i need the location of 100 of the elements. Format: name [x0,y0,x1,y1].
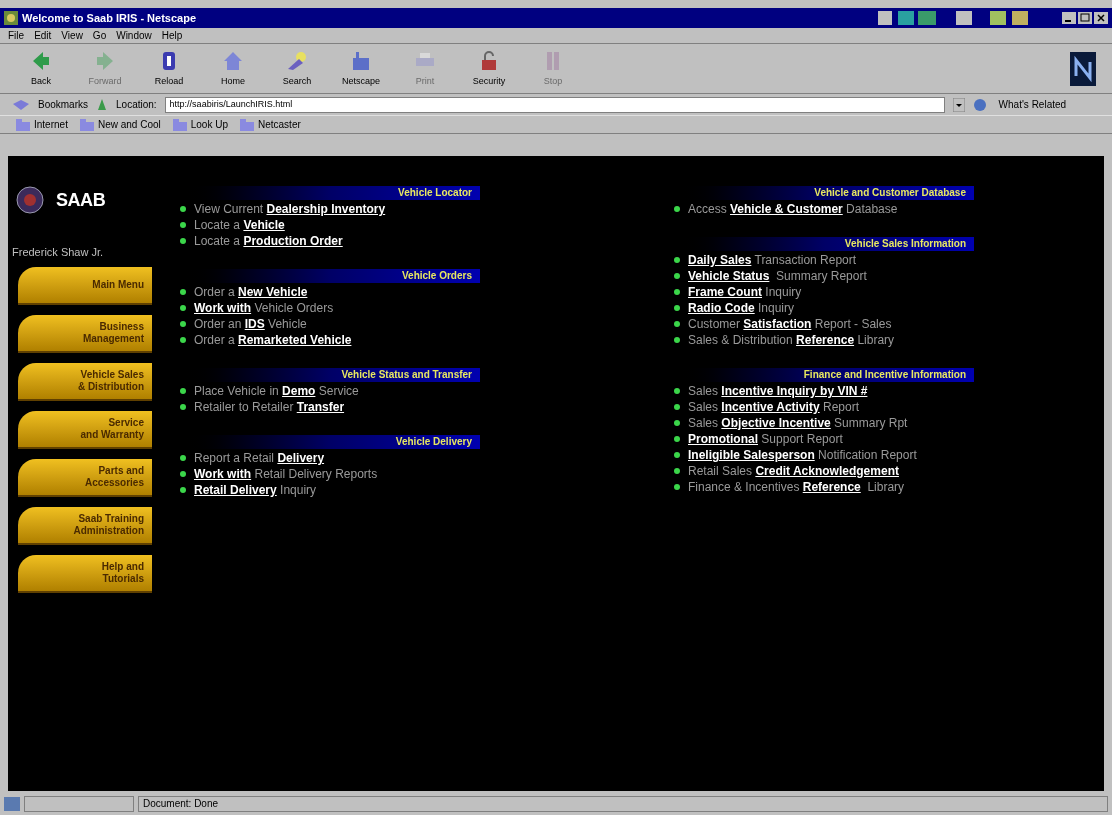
menu-item-text: Sales & Distribution Reference Library [688,332,895,348]
bullet-icon [180,321,186,327]
link[interactable]: Incentive Activity [721,400,820,414]
menu-item-text: Order a Remarketed Vehicle [194,332,352,348]
bullet-icon [180,289,186,295]
nav-button[interactable]: Help and Tutorials [18,554,152,593]
menu-item-text: Sales Incentive Inquiry by VIN # [688,383,868,399]
personal-toolbar-link[interactable]: New and Cool [97,117,161,132]
link[interactable]: Daily Sales [688,253,752,267]
bullet-icon [674,206,680,212]
link[interactable]: Objective Incentive [721,416,831,430]
menu-item-text: Place Vehicle in Demo Service [194,383,359,399]
bookmark-icon [12,97,30,112]
toolbar-button[interactable]: Security [464,48,514,89]
link[interactable]: Delivery [277,451,325,465]
link[interactable]: Ineligible Salesperson [688,448,815,462]
bullet-icon [180,404,186,410]
folder-icon [172,118,187,131]
personal-toolbar-link[interactable]: Internet [34,117,68,132]
maximize-icon[interactable] [1078,12,1092,24]
emblem-icon [16,186,44,214]
menu-item-text: Order an IDS Vehicle [194,316,307,332]
menu-item-text: Ineligible Salesperson Notification Report [688,447,917,463]
nav-button[interactable]: Business Management [18,314,152,353]
menu-item[interactable]: Help [161,28,183,43]
link[interactable]: Vehicle Status [688,269,770,283]
menu-item-text: Locate a Production Order [194,233,343,249]
link[interactable]: Transfer [296,400,345,414]
link[interactable]: Satisfaction [743,317,812,331]
menu-item-text: Retail Sales Credit Acknowledgement [688,463,899,479]
link[interactable]: Credit Acknowledgement [755,464,899,478]
bullet-icon [180,206,186,212]
link[interactable]: Radio Code [688,301,755,315]
link[interactable]: Retail Delivery [194,483,277,497]
bullet-icon [674,305,680,311]
minimize-icon[interactable] [1062,12,1076,24]
link[interactable]: Reference [796,333,855,347]
app-icon [4,11,18,25]
menu-item-text: Work with Retail Delivery Reports [194,466,378,482]
menu-item-text: Retailer to Retailer Transfer [194,399,345,415]
nav-button[interactable]: Parts and Accessories [18,458,152,497]
nav-button[interactable]: Main Menu [18,266,152,305]
menu-item-text: Sales Incentive Activity Report [688,399,859,415]
nav-button[interactable]: Saab Training Administration [18,506,152,545]
folder-icon [79,118,94,131]
link[interactable]: Remarketed Vehicle [238,333,352,347]
location-label: Location: [116,98,157,112]
menu-item[interactable]: Window [116,28,152,43]
personal-toolbar-link[interactable]: Netcaster [258,117,301,132]
personal-toolbar-link[interactable]: Look Up [190,117,228,132]
link[interactable]: Production Order [243,234,343,248]
link[interactable]: Dealership Inventory [266,202,386,216]
menu-item[interactable]: Go [92,28,107,43]
link[interactable]: IDS [244,317,265,331]
bullet-icon [674,484,680,490]
menu-item[interactable]: View [61,28,83,43]
link[interactable]: Incentive Inquiry by VIN # [721,384,868,398]
menu-item-text: Access Vehicle & Customer Database [688,201,898,217]
bullet-icon [180,238,186,244]
toolbar-button[interactable]: Reload [144,48,194,89]
bullet-icon [674,257,680,263]
link[interactable]: Demo [282,384,316,398]
menu-item[interactable]: Edit [34,28,52,43]
whats-related-button[interactable]: What's Related [998,97,1067,112]
bullet-icon [674,321,680,327]
nav-button[interactable]: Service and Warranty [18,410,152,449]
link[interactable]: Frame Count [688,285,762,299]
bullet-icon [674,289,680,295]
link[interactable]: Reference [802,480,861,494]
toolbar-button[interactable]: Home [208,48,258,89]
menu-item-text: Report a Retail Delivery [194,450,325,466]
link[interactable]: Vehicle & Customer [730,202,843,216]
bullet-icon [674,404,680,410]
link[interactable]: New Vehicle [238,285,308,299]
bullet-icon [180,222,186,228]
user-name: Frederick Shaw Jr. [12,245,104,260]
menu-item-text: Customer Satisfaction Report - Sales [688,316,892,332]
menu-item[interactable]: File [8,28,25,43]
location-field[interactable]: http://saabiris/LaunchIRIS.html [164,96,945,113]
bullet-icon [674,452,680,458]
bullet-icon [674,337,680,343]
folder-icon [16,118,30,131]
link[interactable]: Work with [194,301,252,315]
toolbar-button[interactable]: Search [272,48,322,89]
link[interactable]: Vehicle [243,218,285,232]
close-icon[interactable] [1094,12,1108,24]
link[interactable]: Work with [194,467,252,481]
link[interactable]: Promotional [688,432,758,446]
folder-icon [240,118,254,131]
bookmarks-button[interactable]: Bookmarks [38,97,88,112]
status-icon [4,797,20,811]
toolbar-button[interactable]: Netscape [336,48,386,89]
pin-icon [96,97,108,112]
bullet-icon [180,455,186,461]
dropdown-arrow-icon[interactable] [952,97,965,112]
window-title: Welcome to Saab IRIS - Netscape [22,10,198,26]
netscape-logo [1070,51,1096,86]
bullet-icon [180,337,186,343]
toolbar-button[interactable]: Back [16,48,66,89]
nav-button[interactable]: Vehicle Sales & Distribution [18,362,152,401]
